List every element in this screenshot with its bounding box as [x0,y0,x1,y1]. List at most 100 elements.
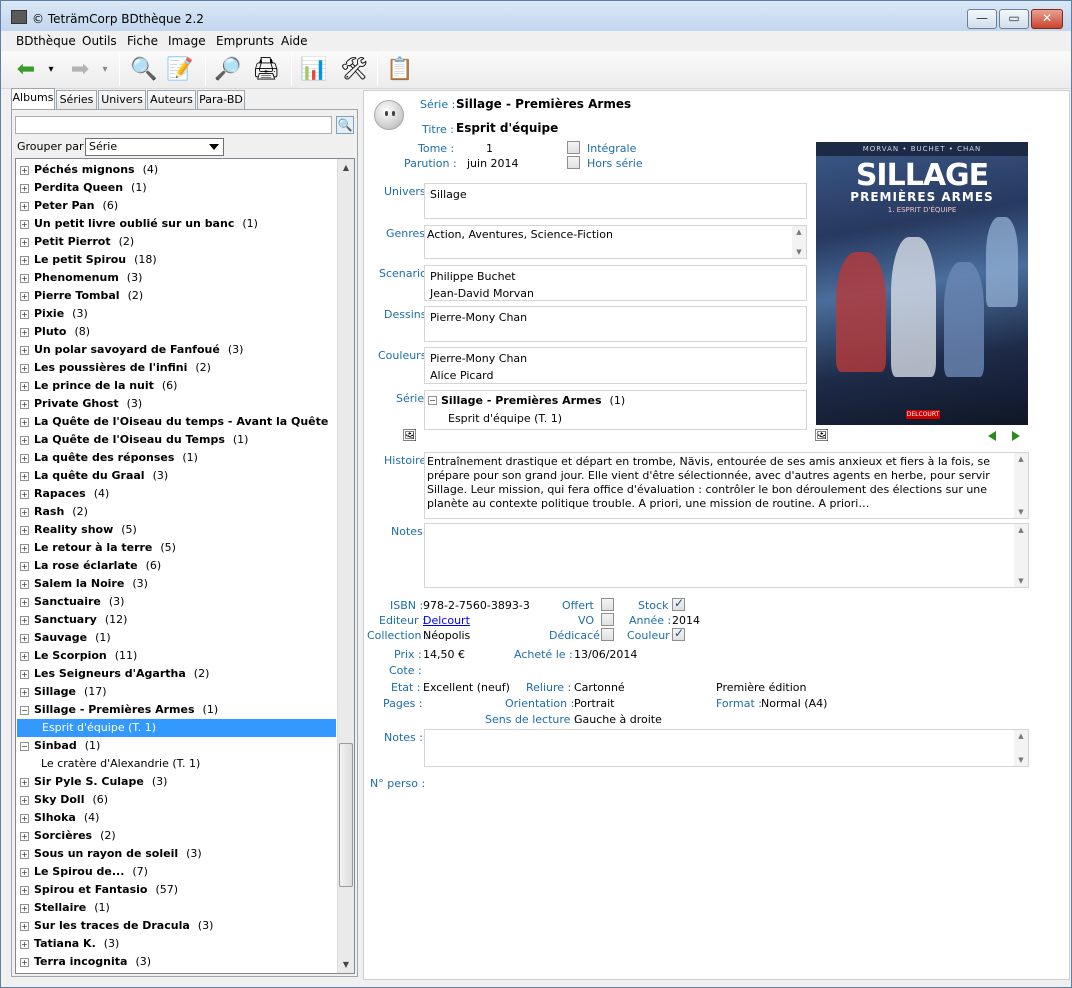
scenario-author[interactable]: Philippe Buchet [430,270,516,283]
dedicace-checkbox[interactable] [601,628,614,641]
expand-icon[interactable]: + [20,886,29,895]
menu-image[interactable]: Image [168,34,206,48]
tree-series-item[interactable]: + Péchés mignons (4) [16,161,336,179]
tree-series-item[interactable]: + Sanctuary (12) [16,611,336,629]
search-icon[interactable]: 🔍 [129,55,159,85]
menu-fiche[interactable]: Fiche [127,34,158,48]
tree-series-item[interactable]: + Slhoka (4) [16,809,336,827]
tree-series-item[interactable]: + Sanctuaire (3) [16,593,336,611]
editeur-link[interactable]: Delcourt [423,614,470,627]
tree-series-item[interactable]: + Stellaire (1) [16,899,336,917]
search-input[interactable] [15,116,332,134]
refresh-image-icon[interactable]: 🖼 [402,428,417,442]
menu-emprunts[interactable]: Emprunts [216,34,274,48]
notes-box[interactable]: ▲ ▼ [424,523,1029,588]
collapse-icon[interactable]: − [20,742,29,751]
expand-icon[interactable]: + [20,220,29,229]
tree-series-item[interactable]: + La quête des réponses (1) [16,449,336,467]
menu-aide[interactable]: Aide [281,34,308,48]
tree-series-item[interactable]: + Phenomenum (3) [16,269,336,287]
offert-checkbox[interactable] [601,598,614,611]
expand-icon[interactable]: + [20,454,29,463]
tree-scrollbar[interactable]: ▲ ▼ [337,159,354,973]
preview-icon[interactable]: 🔎 [213,55,243,85]
vo-checkbox[interactable] [601,613,614,626]
tree-series-item[interactable]: + Les Seigneurs d'Agartha (2) [16,665,336,683]
edit-icon[interactable]: 📝 [165,55,195,85]
expand-icon[interactable]: + [20,418,29,427]
genres-scrollbar[interactable]: ▲ ▼ [792,226,806,258]
tree-series-item[interactable]: + La Quête de l'Oiseau du Temps (1) [16,431,336,449]
expand-icon[interactable]: + [20,256,29,265]
tree-series-item[interactable]: + Le prince de la nuit (6) [16,377,336,395]
tree-series-item[interactable]: + Le Spirou de... (7) [16,863,336,881]
stats-icon[interactable]: 📊 [299,55,329,85]
genres-box[interactable]: Action, Aventures, Science-Fiction ▲ ▼ [424,225,807,259]
close-button[interactable]: ✕ [1031,9,1063,29]
tree-series-item[interactable]: + Salem la Noire (3) [16,575,336,593]
expand-icon[interactable]: + [20,832,29,841]
expand-icon[interactable]: + [20,490,29,499]
tree-series-item[interactable]: − Sillage - Premières Armes (1) [16,701,336,719]
print-icon[interactable]: 🖨 [251,55,281,85]
group-by-select[interactable]: Série [85,138,224,156]
tab-univers[interactable]: Univers [98,90,146,110]
tree-series-item[interactable]: + Sky Doll (6) [16,791,336,809]
notes-icon[interactable]: 📋 [385,55,415,85]
previous-image-icon[interactable] [988,431,996,441]
tree-series-item[interactable]: + La rose éclarlate (6) [16,557,336,575]
couleur-checkbox[interactable] [672,626,685,641]
tree-series-item[interactable]: + Pluto (8) [16,323,336,341]
histoire-box[interactable]: Entraînement drastique et départ en trom… [424,452,1029,519]
tree-series-item[interactable]: + Sillage (17) [16,683,336,701]
expand-icon[interactable]: + [20,544,29,553]
menu-bdtheque[interactable]: BDthèque [16,34,76,48]
scenario-box[interactable]: Philippe Buchet Jean-David Morvan [424,265,807,301]
expand-icon[interactable]: + [20,238,29,247]
scroll-thumb[interactable] [339,743,353,887]
expand-icon[interactable]: + [20,382,29,391]
expand-icon[interactable]: + [20,310,29,319]
tree-series-item[interactable]: + Tatiana K. (3) [16,935,336,953]
back-dropdown-icon[interactable]: ▾ [45,55,57,85]
tab-albums[interactable]: Albums [11,88,55,110]
collapse-icon[interactable]: − [428,396,437,405]
tree-series-item[interactable]: + Pierre Tombal (2) [16,287,336,305]
expand-icon[interactable]: + [20,688,29,697]
dessins-box[interactable]: Pierre-Mony Chan [424,306,807,342]
minimize-button[interactable]: — [967,9,997,29]
expand-icon[interactable]: + [20,796,29,805]
tree-series-item[interactable]: + Sir Pyle S. Culape (3) [16,773,336,791]
notes2-scrollbar[interactable]: ▲ ▼ [1014,730,1028,766]
expand-icon[interactable]: + [20,346,29,355]
expand-icon[interactable]: + [20,166,29,175]
tree-series-item[interactable]: + Sous un rayon de soleil (3) [16,845,336,863]
expand-icon[interactable]: + [20,904,29,913]
expand-icon[interactable]: + [20,274,29,283]
histoire-scrollbar[interactable]: ▲ ▼ [1014,453,1028,518]
expand-icon[interactable]: + [20,184,29,193]
couleurs-author[interactable]: Pierre-Mony Chan [430,352,527,365]
expand-icon[interactable]: + [20,400,29,409]
serie-tree-item[interactable]: Esprit d'équipe (T. 1) [448,412,562,425]
collapse-icon[interactable]: − [20,706,29,715]
maximize-button[interactable]: ▭ [999,9,1029,29]
univers-item[interactable]: Sillage [430,188,467,201]
tree-series-item[interactable]: + Private Ghost (3) [16,395,336,413]
integrale-checkbox[interactable] [567,141,580,154]
notes2-box[interactable]: ▲ ▼ [424,729,1029,767]
tab-series[interactable]: Séries [56,90,97,110]
expand-icon[interactable]: + [20,634,29,643]
tree-series-item[interactable]: + Terra incognita (3) [16,953,336,971]
tree-album-item[interactable]: Le cratère d'Alexandrie (T. 1) [16,755,336,773]
expand-icon[interactable]: + [20,940,29,949]
tools-icon[interactable]: 🛠 [339,55,369,85]
forward-dropdown-icon[interactable]: ▾ [99,55,111,85]
tree-series-item[interactable]: + Un petit livre oublié sur un banc (1) [16,215,336,233]
tree-series-item[interactable]: + Le retour à la terre (5) [16,539,336,557]
serie-tree-title[interactable]: Sillage - Premières Armes (1) [441,394,625,407]
expand-icon[interactable]: + [20,436,29,445]
expand-icon[interactable]: + [20,652,29,661]
scroll-down-icon[interactable]: ▼ [338,956,354,973]
tree-series-item[interactable]: + La Quête de l'Oiseau du temps - Avant l… [16,413,352,431]
